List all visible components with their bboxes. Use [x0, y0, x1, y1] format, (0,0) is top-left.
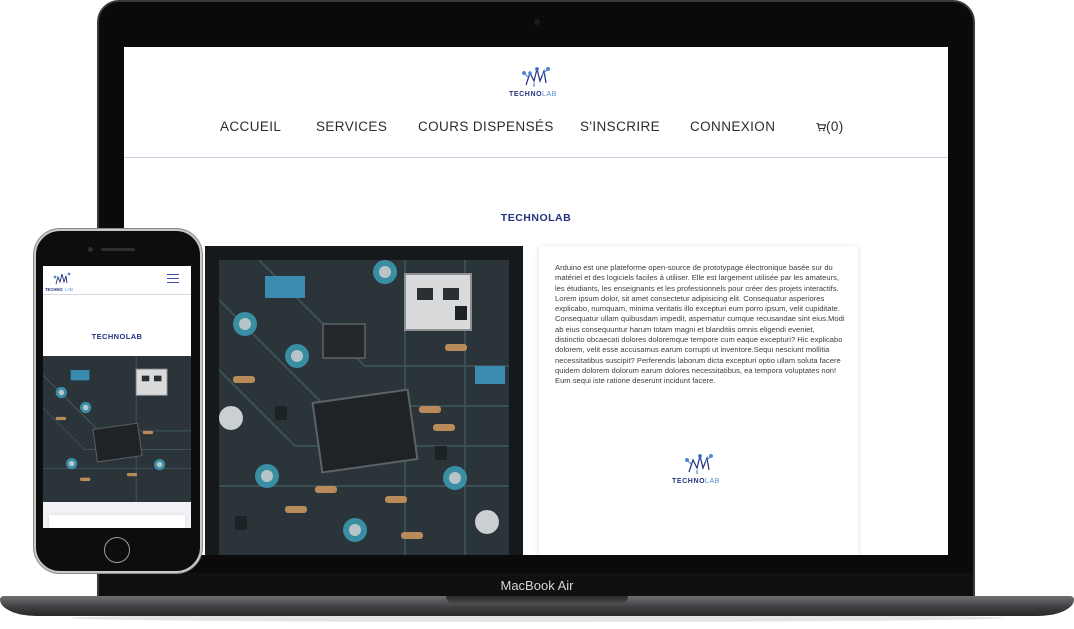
technolab-logo[interactable]: TECHNO LAB: [504, 59, 568, 99]
laptop-hinge-notch: [446, 596, 628, 604]
phone-screen: TECHNO LAB TECHNOLAB: [43, 266, 191, 528]
description-paragraph-arduino: Arduino est une plateforme open-source d…: [555, 263, 840, 293]
pcb-illustration: [205, 246, 523, 555]
phone-technolab-logo[interactable]: TECHNO LAB: [45, 269, 79, 293]
laptop-camera: [534, 19, 540, 25]
page-title: TECHNOLAB: [500, 212, 572, 224]
phone-speaker: [101, 248, 135, 251]
circuit-hand-icon: [53, 272, 71, 285]
logo-word-bold: TECHNO: [509, 91, 542, 98]
phone-description-card: [49, 515, 185, 528]
phone-logo-word-light: LAB: [65, 287, 73, 292]
nav-item-accueil[interactable]: ACCUEIL: [220, 119, 281, 134]
phone-nav-divider: [43, 294, 191, 295]
logo-word-light: LAB: [542, 91, 557, 98]
card-technolab-logo: TECHNO LAB: [672, 454, 720, 485]
phone-home-button[interactable]: [104, 537, 130, 563]
description-text: Arduino est une plateforme open-source d…: [555, 263, 845, 387]
description-card: Arduino est une plateforme open-source d…: [539, 246, 858, 555]
card-logo-word-light: LAB: [705, 478, 720, 485]
main-nav: ACCUEIL SERVICES COURS DISPENSÉS S'INSCR…: [124, 119, 948, 139]
nav-item-cours-dispenses[interactable]: COURS DISPENSÉS: [418, 119, 554, 134]
circuit-hand-icon: [685, 454, 713, 474]
phone-logo-word-bold: TECHNO: [45, 287, 63, 292]
cart-icon: [816, 122, 827, 132]
card-logo-word-bold: TECHNO: [672, 478, 705, 485]
phone-pcb-illustration: [43, 356, 191, 502]
nav-item-connexion[interactable]: CONNEXION: [690, 119, 775, 134]
laptop-screen: TECHNO LAB ACCUEIL SERVICES COURS DISPEN…: [124, 47, 948, 555]
nav-item-services[interactable]: SERVICES: [316, 119, 387, 134]
mockup-stage: MacBook Air TECHNO LAB ACCUEIL SERVICES …: [0, 0, 1074, 629]
phone-camera: [88, 247, 93, 252]
circuit-board-image: [205, 246, 523, 555]
nav-item-sinscrire[interactable]: S'INSCRIRE: [580, 119, 660, 134]
description-paragraph-lorem: Lorem ipsum dolor, sit amet consectetur …: [555, 293, 845, 386]
phone-circuit-board-image: [43, 356, 191, 502]
circuit-hand-icon: [522, 67, 550, 87]
phone-page-title: TECHNOLAB: [91, 332, 143, 341]
nav-divider: [124, 157, 948, 158]
cart-count: (0): [826, 119, 844, 134]
hamburger-menu-icon[interactable]: [167, 274, 179, 284]
cart-button[interactable]: (0): [816, 119, 844, 134]
